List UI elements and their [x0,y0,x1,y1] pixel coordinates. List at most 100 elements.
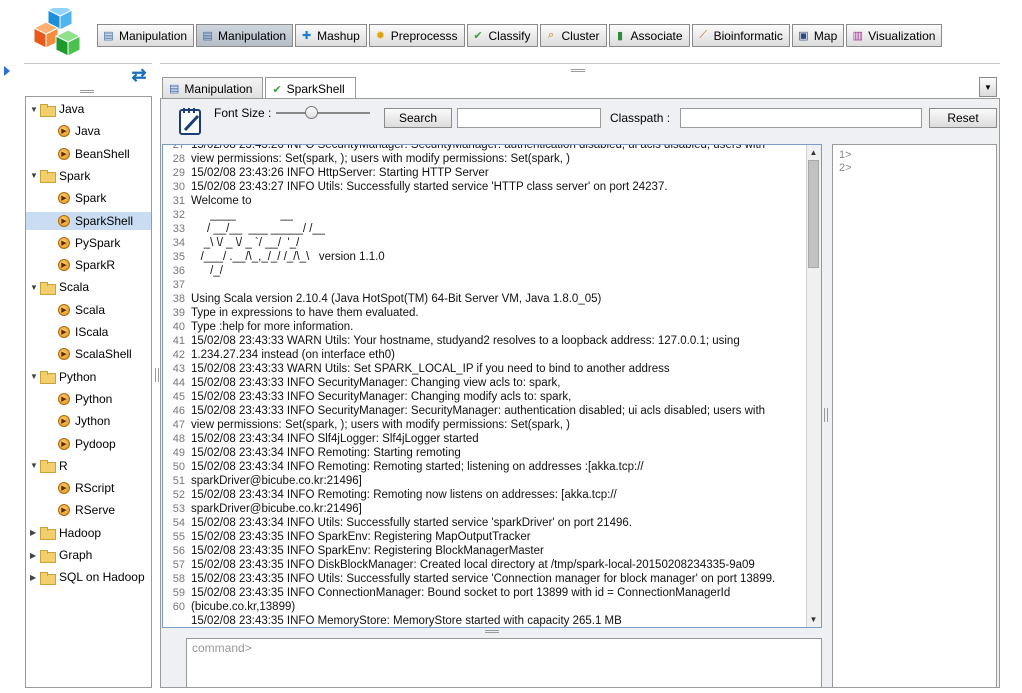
toolbar-button-visualization[interactable]: ▥ Visualization [846,24,943,47]
toolbar-button-cluster[interactable]: ⌕ Cluster [539,24,607,47]
line-number: 49 [172,447,185,459]
tree-resize-grip[interactable] [80,90,94,93]
toolbar-button-manipulation[interactable]: ▤ Manipulation [97,24,195,47]
toolbar-button-manipulation[interactable]: ▤ Manipulation [196,24,294,47]
line-text: 15/02/08 23:43:34 INFO Remoting: Remotin… [191,461,644,473]
tree-item-pydoop[interactable]: ▶ Pydoop [26,435,151,453]
line-number: 45 [172,391,185,403]
tree-item-sparkshell[interactable]: ▶ SparkShell [26,211,151,230]
tree-item-rserve[interactable]: ▶ RServe [26,501,151,519]
line-text: 15/02/08 23:43:35 INFO SparkEnv: Registe… [191,545,544,557]
line-text: view permissions: Set(spark, ); users wi… [191,153,570,165]
toolbar-button-map[interactable]: ▣ Map [791,24,845,47]
tab-sparkshell[interactable]: ✔ SparkShell [265,77,356,100]
console-line: 57 15/02/08 23:43:35 INFO DiskBlockManage… [163,558,807,572]
line-text: 15/02/08 23:43:35 INFO Utils: Successful… [191,573,776,585]
command-resize-grip[interactable] [485,630,499,633]
tree-item-scalashell[interactable]: ▶ ScalaShell [26,345,151,363]
history-line: 2> [839,162,852,174]
line-text: 15/02/08 23:43:34 INFO Remoting: Startin… [191,447,461,459]
tree-folder-hadoop[interactable]: ▶ Hadoop [30,524,151,542]
collapse-triangle-icon[interactable]: ▼ [30,372,40,381]
tree-item-jython[interactable]: ▶ Jython [26,412,151,430]
tree-item-python[interactable]: ▶ Python [26,390,151,408]
reset-button[interactable]: Reset [929,108,997,128]
tree-label: Jython [75,414,111,429]
script-engine-icon: ▶ [58,326,70,338]
console-line: 56 15/02/08 23:43:35 INFO SparkEnv: Regis… [163,544,807,558]
line-number: 56 [172,545,185,557]
vertical-splitter-grip[interactable] [824,408,828,422]
line-text: 15/02/08 23:43:34 INFO Slf4jLogger: Slf4… [191,433,479,445]
tree-item-beanshell[interactable]: ▶ BeanShell [26,145,151,163]
collapse-triangle-icon[interactable]: ▼ [30,171,40,180]
classpath-input[interactable] [680,108,922,128]
console-line: 28 view permissions: Set(spark, ); users … [163,152,807,166]
dna-icon: ⟋ [699,29,707,41]
tree-item-pyspark[interactable]: ▶ PySpark [26,234,151,252]
script-engine-icon: ▶ [58,437,70,450]
tree-item-spark[interactable]: ▶ Spark [26,189,151,207]
toolbar-button-classify[interactable]: ✔ Classify [466,24,538,47]
tree-folder-spark[interactable]: ▼ Spark [30,167,151,185]
tree-label: PySpark [75,235,121,250]
panel-resize-grip[interactable] [571,69,585,72]
expand-triangle-icon[interactable]: ▶ [30,528,40,537]
toolbar-button-bioinformatic[interactable]: ⟋ Bioinformatic [691,24,790,47]
console-line: 31 Welcome to [163,194,807,208]
tree-item-scala[interactable]: ▶ Scala [26,301,151,319]
tree-folder-java[interactable]: ▼ Java [30,100,151,118]
line-text: (bicube.co.kr,13899) [191,601,296,613]
line-number: 55 [172,531,185,543]
expand-triangle-icon[interactable]: ▶ [30,551,40,560]
expand-triangle-icon[interactable]: ▶ [30,573,40,582]
refresh-icon[interactable]: ⇄ [128,64,150,86]
tree-item-sparkr[interactable]: ▶ SparkR [26,256,151,274]
tab-list-dropdown[interactable]: ▼ [979,77,997,97]
tree-folder-scala[interactable]: ▼ Scala [30,278,151,296]
folder-icon [40,170,56,184]
line-text: 15/02/08 23:43:33 INFO SecurityManager: … [191,405,766,417]
folder-icon [40,460,56,474]
language-tree: ▼ Java ▶ Java ▶ BeanShell ▼ Spark ▶ Spark ▶ SparkSh… [25,96,152,688]
collapse-triangle-icon[interactable]: ▼ [30,283,40,292]
console-line: 60 (bicube.co.kr,13899) [163,600,807,614]
tree-folder-graph[interactable]: ▶ Graph [30,546,151,564]
toolbar-button-preprocesss[interactable]: ✹ Preprocesss [368,24,465,47]
line-number: 27 [172,144,185,151]
tree-item-iscala[interactable]: ▶ IScala [26,323,151,341]
search-button[interactable]: Search [384,108,452,128]
command-input[interactable] [186,638,822,688]
font-size-slider-handle[interactable] [305,106,318,119]
tab-manipulation[interactable]: ▤ Manipulation [162,77,264,99]
collapse-triangle-icon[interactable]: ▼ [30,461,40,470]
puzzle-icon: ✚ [301,30,312,42]
tree-label: RScript [75,481,115,496]
tree-folder-sql-on-hadoop[interactable]: ▶ SQL on Hadoop [30,568,151,586]
script-engine-icon: ▶ [58,415,70,428]
toolbar-button-associate[interactable]: ▮ Associate [608,24,690,47]
script-engine-icon: ▶ [58,348,70,361]
font-size-slider-track[interactable] [276,112,370,114]
line-number: 31 [172,195,185,207]
tree-item-rscript[interactable]: ▶ RScript [26,479,151,497]
collapse-triangle-icon[interactable]: ▼ [30,105,40,114]
console-line: 27 15/02/08 23:43:26 INFO SecurityManager… [163,144,807,152]
line-number: 46 [172,405,185,417]
console-line: 36 /_/ [163,264,807,278]
console-output[interactable]: 27 15/02/08 23:43:26 INFO SecurityManager… [162,144,822,628]
toolbar-button-mashup[interactable]: ✚ Mashup [295,24,367,47]
scrollbar-thumb[interactable] [808,160,819,268]
line-number: 53 [172,503,185,515]
tree-folder-python[interactable]: ▼ Python [30,368,151,386]
vertical-splitter-grip[interactable] [155,368,159,382]
console-line: 58 15/02/08 23:43:35 INFO Utils: Successf… [163,572,807,586]
line-text: 15/02/08 23:43:34 INFO Utils: Successful… [191,517,632,529]
line-text: Using Scala version 2.10.4 (Java HotSpot… [191,293,602,305]
search-input[interactable] [457,108,601,128]
tree-item-java[interactable]: ▶ Java [26,122,151,140]
scroll-down-icon[interactable]: ▼ [806,612,821,627]
expand-panel-arrow-icon[interactable] [4,66,10,76]
scroll-up-icon[interactable]: ▲ [806,145,821,160]
tree-folder-r[interactable]: ▼ R [30,457,151,475]
